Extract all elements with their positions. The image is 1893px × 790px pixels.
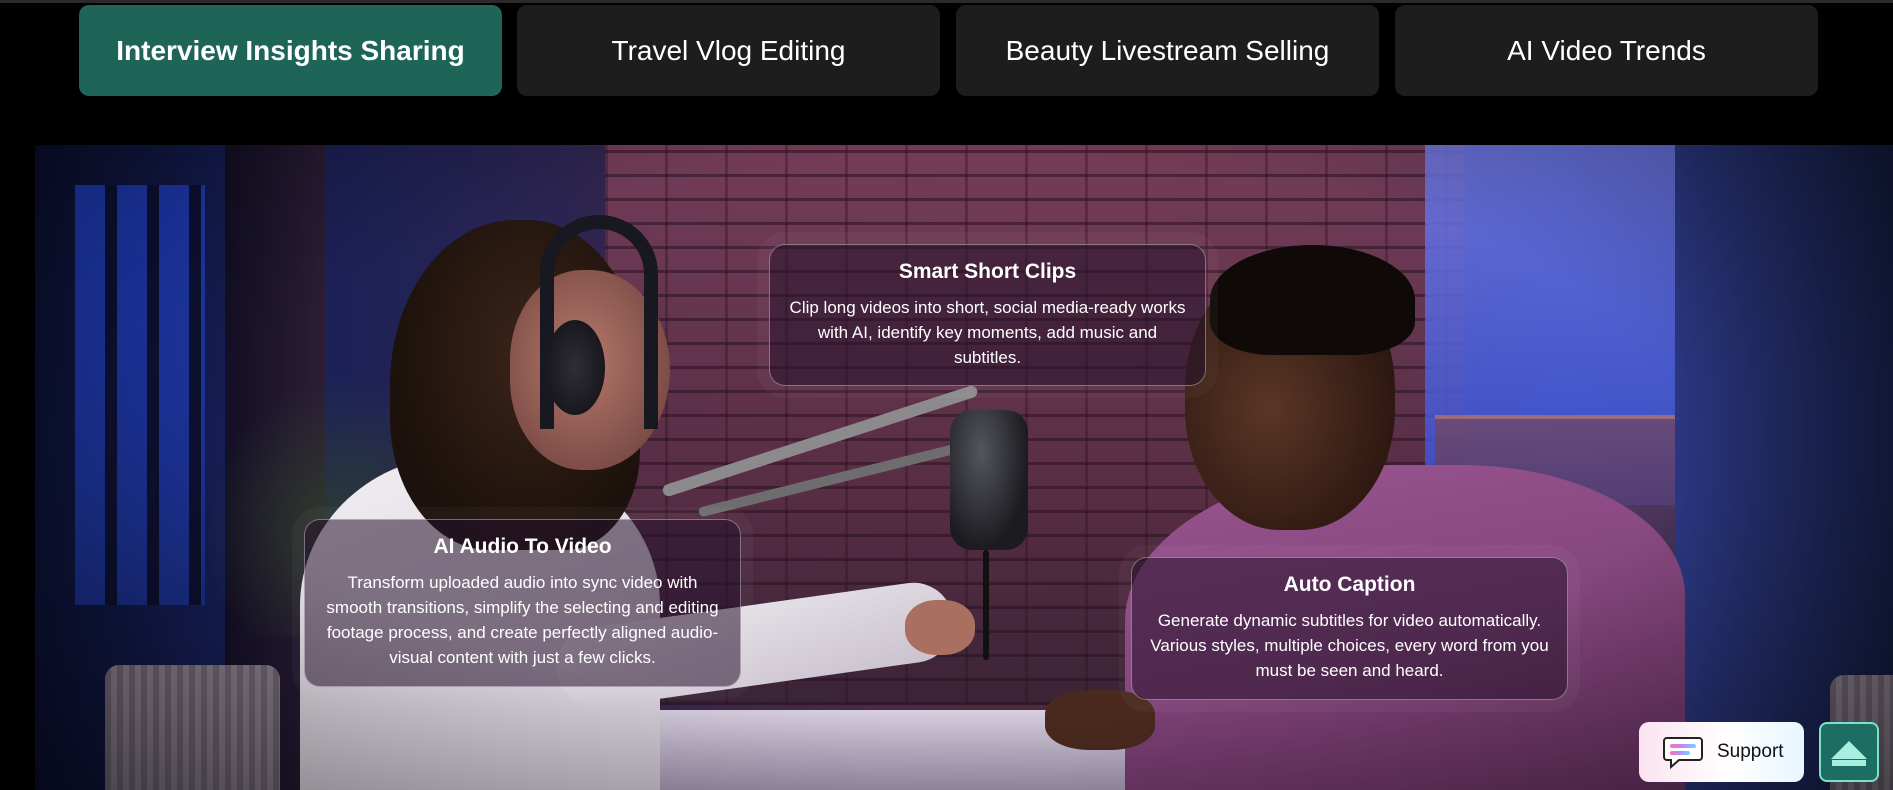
tab-beauty-livestream-selling[interactable]: Beauty Livestream Selling [956, 5, 1379, 96]
tab-ai-video-trends[interactable]: AI Video Trends [1395, 5, 1818, 96]
tab-interview-insights-sharing[interactable]: Interview Insights Sharing [79, 5, 502, 96]
feature-title: Smart Short Clips [898, 260, 1077, 283]
scroll-to-top-button[interactable] [1819, 722, 1879, 782]
scenario-tabs: Interview Insights Sharing Travel Vlog E… [79, 5, 1819, 96]
feature-card-auto-caption: Auto Caption Generate dynamic subtitles … [1131, 557, 1568, 700]
feature-description: Clip long videos into short, social medi… [789, 298, 1186, 367]
feature-card-ai-audio-to-video: AI Audio To Video Transform uploaded aud… [304, 519, 741, 687]
feature-description: Transform uploaded audio into sync video… [326, 573, 719, 667]
feature-title: AI Audio To Video [433, 535, 612, 558]
hero-podcast-image [35, 145, 1893, 790]
support-button[interactable]: Support [1639, 722, 1804, 782]
support-label: Support [1717, 741, 1784, 762]
arrow-up-to-top-icon [1831, 741, 1867, 759]
chat-bubble-icon [1663, 735, 1703, 769]
feature-card-smart-short-clips: Smart Short Clips Clip long videos into … [769, 244, 1206, 386]
top-divider [0, 0, 1893, 3]
arrow-up-bar [1832, 760, 1866, 766]
tab-travel-vlog-editing[interactable]: Travel Vlog Editing [517, 5, 940, 96]
feature-description: Generate dynamic subtitles for video aut… [1150, 611, 1549, 680]
page: Interview Insights Sharing Travel Vlog E… [0, 0, 1893, 790]
feature-title: Auto Caption [1283, 573, 1416, 596]
image-vignette [35, 145, 1893, 790]
